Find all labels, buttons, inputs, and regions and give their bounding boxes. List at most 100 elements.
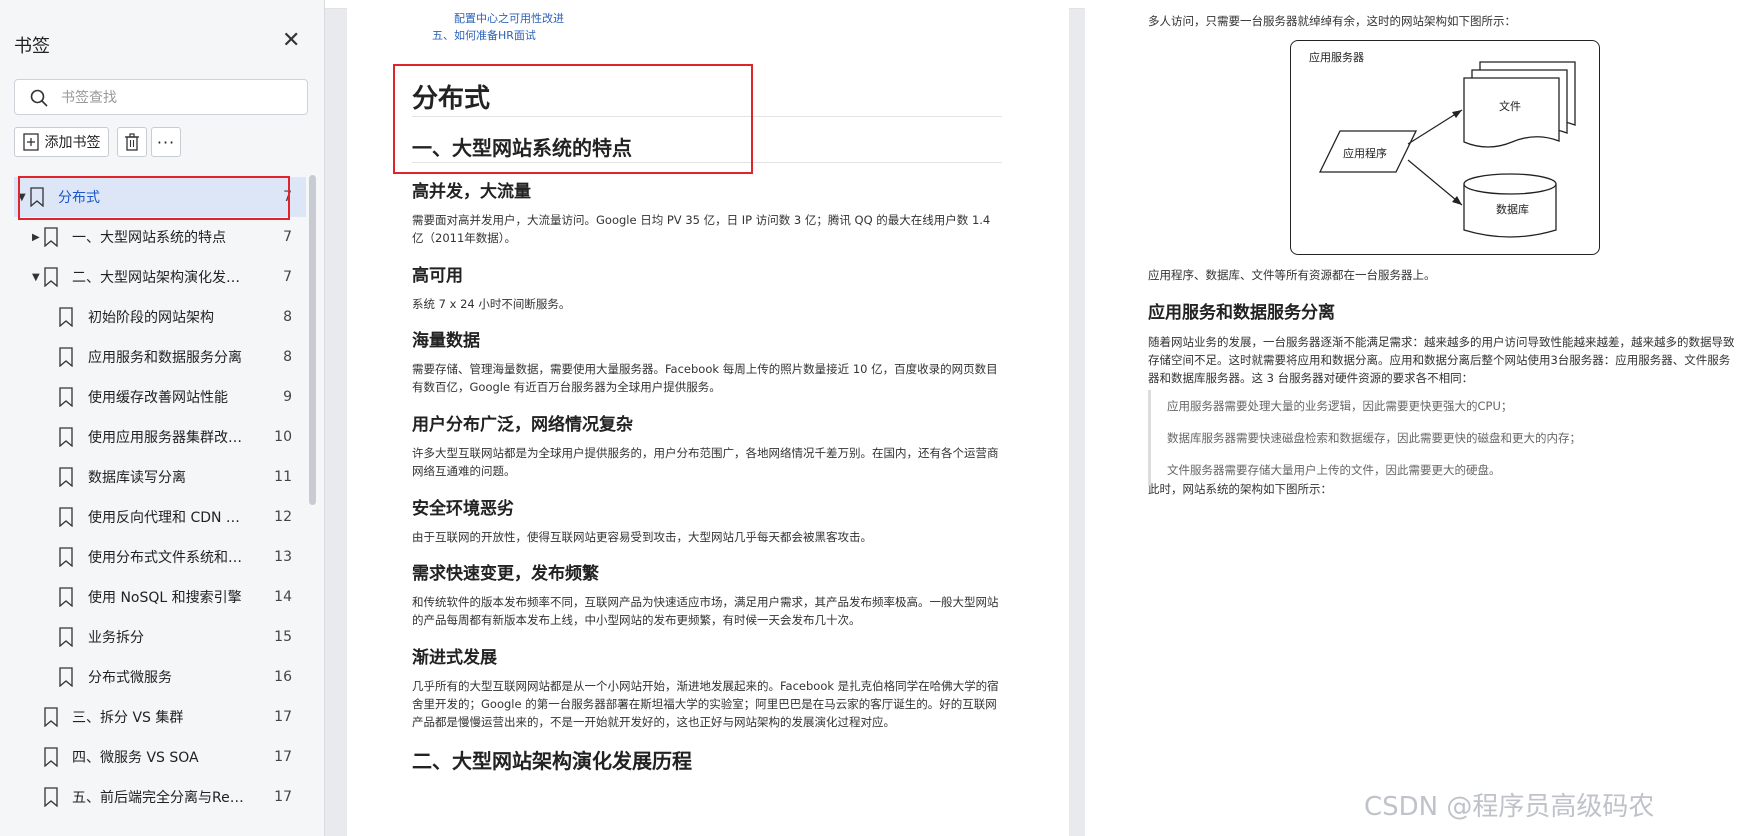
bookmark-label: 使用分布式文件系统和… — [88, 550, 242, 566]
expand-arrow-icon[interactable]: ▼ — [32, 272, 40, 283]
bookmark-label: 四、微服务 VS SOA — [72, 750, 199, 766]
bookmark-icon — [59, 667, 73, 687]
bookmark-page: 15 — [274, 629, 292, 645]
add-bookmark-button[interactable]: 添加书签 — [14, 127, 109, 157]
bookmark-page: 10 — [274, 429, 292, 445]
bookmark-item[interactable]: 使用分布式文件系统和… 13 — [14, 537, 306, 577]
paragraph: 许多大型互联网站都是为全球用户提供服务的，用户分布范围广，各地网络情况千差万别。… — [412, 446, 999, 478]
toc-link[interactable]: 五、如何准备HR面试 — [432, 27, 536, 43]
bookmark-label: 一、大型网站系统的特点 — [72, 230, 226, 246]
bookmark-label: 初始阶段的网站架构 — [88, 310, 214, 326]
bookmark-item[interactable]: 使用缓存改善网站性能 9 — [14, 377, 306, 417]
bookmark-icon — [59, 547, 73, 567]
diagram-db-label: 数据库 — [1496, 203, 1529, 216]
diagram-container-label: 应用服务器 — [1309, 51, 1364, 64]
bookmark-label: 使用缓存改善网站性能 — [88, 390, 228, 406]
document-page-right: 多人访问，只需要一台服务器就绰绰有余，这时的网站架构如下图所示： 应用服务器 应… — [1085, 0, 1751, 836]
collapse-arrow-icon[interactable]: ▶ — [32, 232, 40, 243]
bookmark-page: 17 — [274, 709, 292, 725]
bookmark-page: 11 — [274, 469, 292, 485]
bookmark-item[interactable]: 五、前后端完全分离与Re… 17 — [14, 777, 306, 817]
diagram-app-label: 应用程序 — [1343, 147, 1387, 160]
toc-link[interactable]: 配置中心之可用性改进 — [454, 10, 564, 26]
bookmark-search-box[interactable] — [14, 79, 308, 115]
bookmark-item[interactable]: 初始阶段的网站架构 8 — [14, 297, 306, 337]
architecture-diagram: 应用服务器 应用程序 文件 数据库 — [1290, 40, 1600, 255]
watermark: CSDN @程序员高级码农 — [1364, 792, 1655, 822]
bookmark-sidebar: 书签 ✕ 添加书签 ··· ▼ 分布式 7 ▶ 一、大型网站系统的特点 7 ▼ … — [0, 0, 325, 836]
bookmark-icon — [44, 787, 58, 807]
bookmark-icon — [59, 387, 73, 407]
quote-line: 应用服务器需要处理大量的业务逻辑，因此需要更快更强大的CPU； — [1167, 399, 1513, 413]
bookmark-label: 使用反向代理和 CDN … — [88, 510, 240, 526]
bookmark-label: 分布式微服务 — [88, 670, 172, 686]
bookmark-icon — [44, 227, 58, 247]
db-top — [1463, 173, 1557, 195]
paragraph: 和传统软件的版本发布频率不同，互联网产品为快速适应市场，满足用户需求，其产品发布… — [412, 595, 999, 627]
arrow-to-db — [1407, 159, 1463, 206]
bookmark-icon — [59, 347, 73, 367]
architecture-diagram-svg — [1318, 61, 1576, 238]
paragraph: 几乎所有的大型互联网网站都是从一个小网站开始，渐进地发展起来的。Facebook… — [412, 679, 999, 729]
bookmark-page: 16 — [274, 669, 292, 685]
bookmark-label: 应用服务和数据服务分离 — [88, 350, 242, 366]
paragraph: 此时，网站系统的架构如下图所示： — [1148, 482, 1332, 496]
bookmark-page: 8 — [283, 309, 292, 325]
subsection-heading: 海量数据 — [412, 331, 480, 351]
bookmark-item[interactable]: 使用应用服务器集群改… 10 — [14, 417, 306, 457]
bookmark-icon — [59, 587, 73, 607]
bookmark-label: 使用 NoSQL 和搜索引擎 — [88, 590, 242, 606]
paragraph: 由于互联网的开放性，使得互联网站更容易受到攻击，大型网站几乎每天都会被黑客攻击。 — [412, 530, 872, 544]
add-bookmark-icon — [22, 133, 39, 151]
close-icon[interactable]: ✕ — [282, 30, 300, 52]
bookmark-label: 使用应用服务器集群改… — [88, 430, 242, 446]
bookmark-page: 9 — [283, 389, 292, 405]
bookmark-search-input[interactable] — [59, 86, 303, 110]
arrowhead — [1452, 110, 1462, 118]
bookmark-item[interactable]: 应用服务和数据服务分离 8 — [14, 337, 306, 377]
bookmark-item[interactable]: 数据库读写分离 11 — [14, 457, 306, 497]
more-options-button[interactable]: ··· — [151, 127, 181, 157]
bookmark-page: 14 — [274, 589, 292, 605]
bookmark-item[interactable]: ▶ 一、大型网站系统的特点 7 — [14, 217, 306, 257]
add-bookmark-label: 添加书签 — [44, 135, 101, 151]
search-icon — [30, 89, 48, 107]
delete-bookmark-button[interactable] — [117, 127, 147, 157]
subsection-heading: 安全环境恶劣 — [412, 499, 514, 519]
bookmark-item[interactable]: 使用反向代理和 CDN … 12 — [14, 497, 306, 537]
bookmark-item[interactable]: 业务拆分 15 — [14, 617, 306, 657]
bookmark-item[interactable]: 四、微服务 VS SOA 17 — [14, 737, 306, 777]
bookmark-icon — [44, 747, 58, 767]
paragraph: 随着网站业务的发展，一台服务器逐渐不能满足需求：越来越多的用户访问导致性能越来越… — [1148, 335, 1735, 385]
subsection-heading: 高可用 — [412, 266, 463, 286]
paragraph: 多人访问，只需要一台服务器就绰绰有余，这时的网站架构如下图所示： — [1148, 14, 1516, 28]
bookmark-icon — [59, 507, 73, 527]
paragraph: 需要存储、管理海量数据，需要使用大量服务器。Facebook 每周上传的照片数量… — [412, 362, 998, 394]
bookmark-icon — [59, 467, 73, 487]
bookmark-icon — [59, 307, 73, 327]
paragraph: 需要面对高并发用户，大流量访问。Google 日均 PV 35 亿，日 IP 访… — [412, 213, 991, 245]
bookmark-page: 17 — [274, 749, 292, 765]
bookmark-label: 五、前后端完全分离与Re… — [72, 790, 244, 806]
subsection-heading: 用户分布广泛，网络情况复杂 — [412, 415, 633, 435]
bookmark-page: 12 — [274, 509, 292, 525]
quote-line: 数据库服务器需要快速磁盘检索和数据缓存，因此需要更快的磁盘和更大的内存； — [1167, 431, 1581, 445]
bookmark-page: 8 — [283, 349, 292, 365]
bookmark-icon — [44, 267, 58, 287]
bookmark-item[interactable]: 三、拆分 VS 集群 17 — [14, 697, 306, 737]
subsection-heading: 应用服务和数据服务分离 — [1148, 303, 1335, 323]
paragraph: 系统 7 x 24 小时不间断服务。 — [412, 297, 571, 311]
bookmark-label: 二、大型网站架构演化发… — [72, 270, 240, 286]
bookmark-page: 13 — [274, 549, 292, 565]
sidebar-scrollbar[interactable] — [309, 175, 316, 505]
title-highlight-box — [393, 64, 753, 174]
bookmark-item[interactable]: ▼ 二、大型网站架构演化发… 7 — [14, 257, 306, 297]
bookmark-label: 三、拆分 VS 集群 — [72, 710, 184, 726]
subsection-heading: 渐进式发展 — [412, 648, 497, 668]
bookmark-item[interactable]: 分布式微服务 16 — [14, 657, 306, 697]
bookmark-icon — [59, 427, 73, 447]
bookmark-page: 7 — [283, 229, 292, 245]
trash-icon — [125, 133, 139, 151]
bookmark-item[interactable]: 使用 NoSQL 和搜索引擎 14 — [14, 577, 306, 617]
subsection-heading: 高并发，大流量 — [412, 182, 531, 202]
